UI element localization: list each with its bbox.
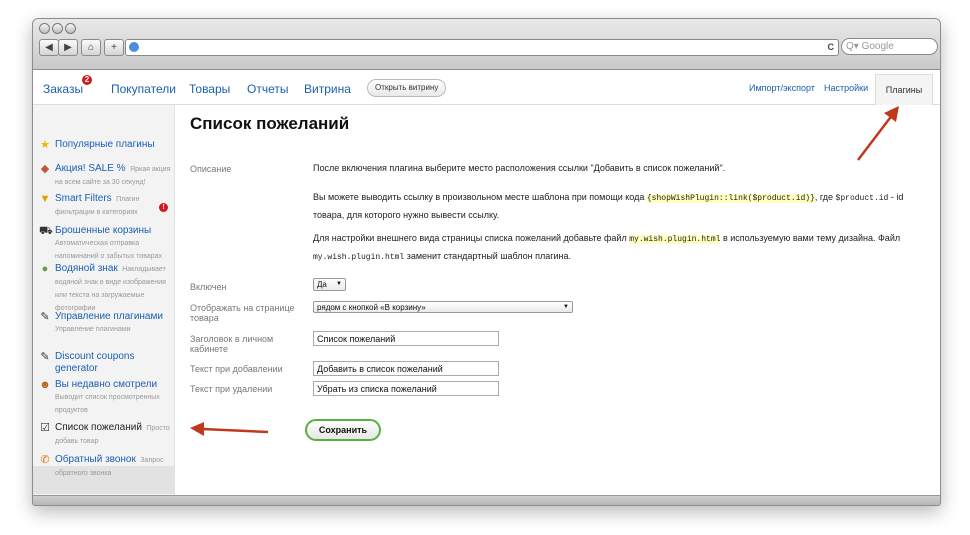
annotation-layer	[190, 106, 899, 436]
annotation-arrow-wishlist	[190, 422, 269, 436]
annotation-arrow-plugins-tab	[857, 106, 899, 161]
